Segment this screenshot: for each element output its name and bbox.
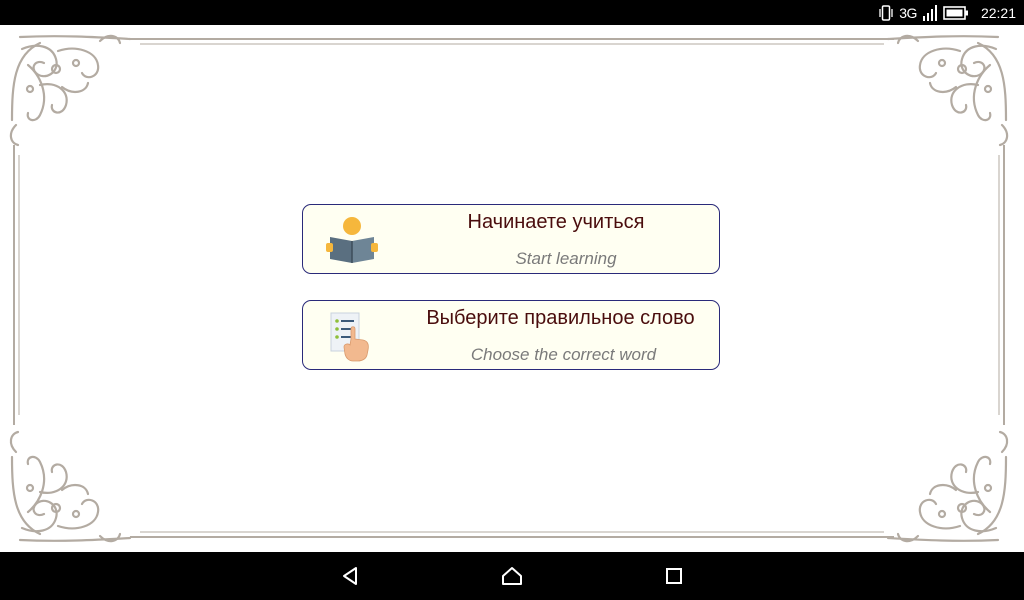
start-learning-button[interactable]: Начинаете учиться Start learning (302, 204, 720, 274)
choose-correct-word-button[interactable]: Выберите правильное слово Choose the cor… (302, 300, 720, 370)
home-icon[interactable] (500, 564, 524, 588)
card-title: Начинаете учиться (467, 211, 645, 233)
card-subtitle: Start learning (515, 249, 617, 268)
clock: 22:21 (980, 4, 1016, 21)
checklist-hand-icon (330, 312, 369, 362)
card-subtitle: Choose the correct word (470, 345, 657, 364)
battery-icon (943, 5, 968, 20)
reading-book-icon (326, 217, 378, 263)
ornamental-frame (9, 34, 1009, 543)
navigation-bar (0, 552, 1024, 600)
back-icon[interactable] (339, 564, 363, 588)
status-icons: 3G 22:21 (879, 0, 1016, 25)
signal-icon (922, 4, 937, 21)
vibrate-icon (879, 4, 893, 21)
recents-icon[interactable] (662, 564, 686, 588)
status-bar: 3G 22:21 (0, 0, 1024, 25)
network-type-label: 3G (899, 4, 917, 21)
card-title: Выберите правильное слово (426, 307, 695, 329)
app-content: Начинаете учиться Start learning Выберит… (0, 25, 1024, 552)
